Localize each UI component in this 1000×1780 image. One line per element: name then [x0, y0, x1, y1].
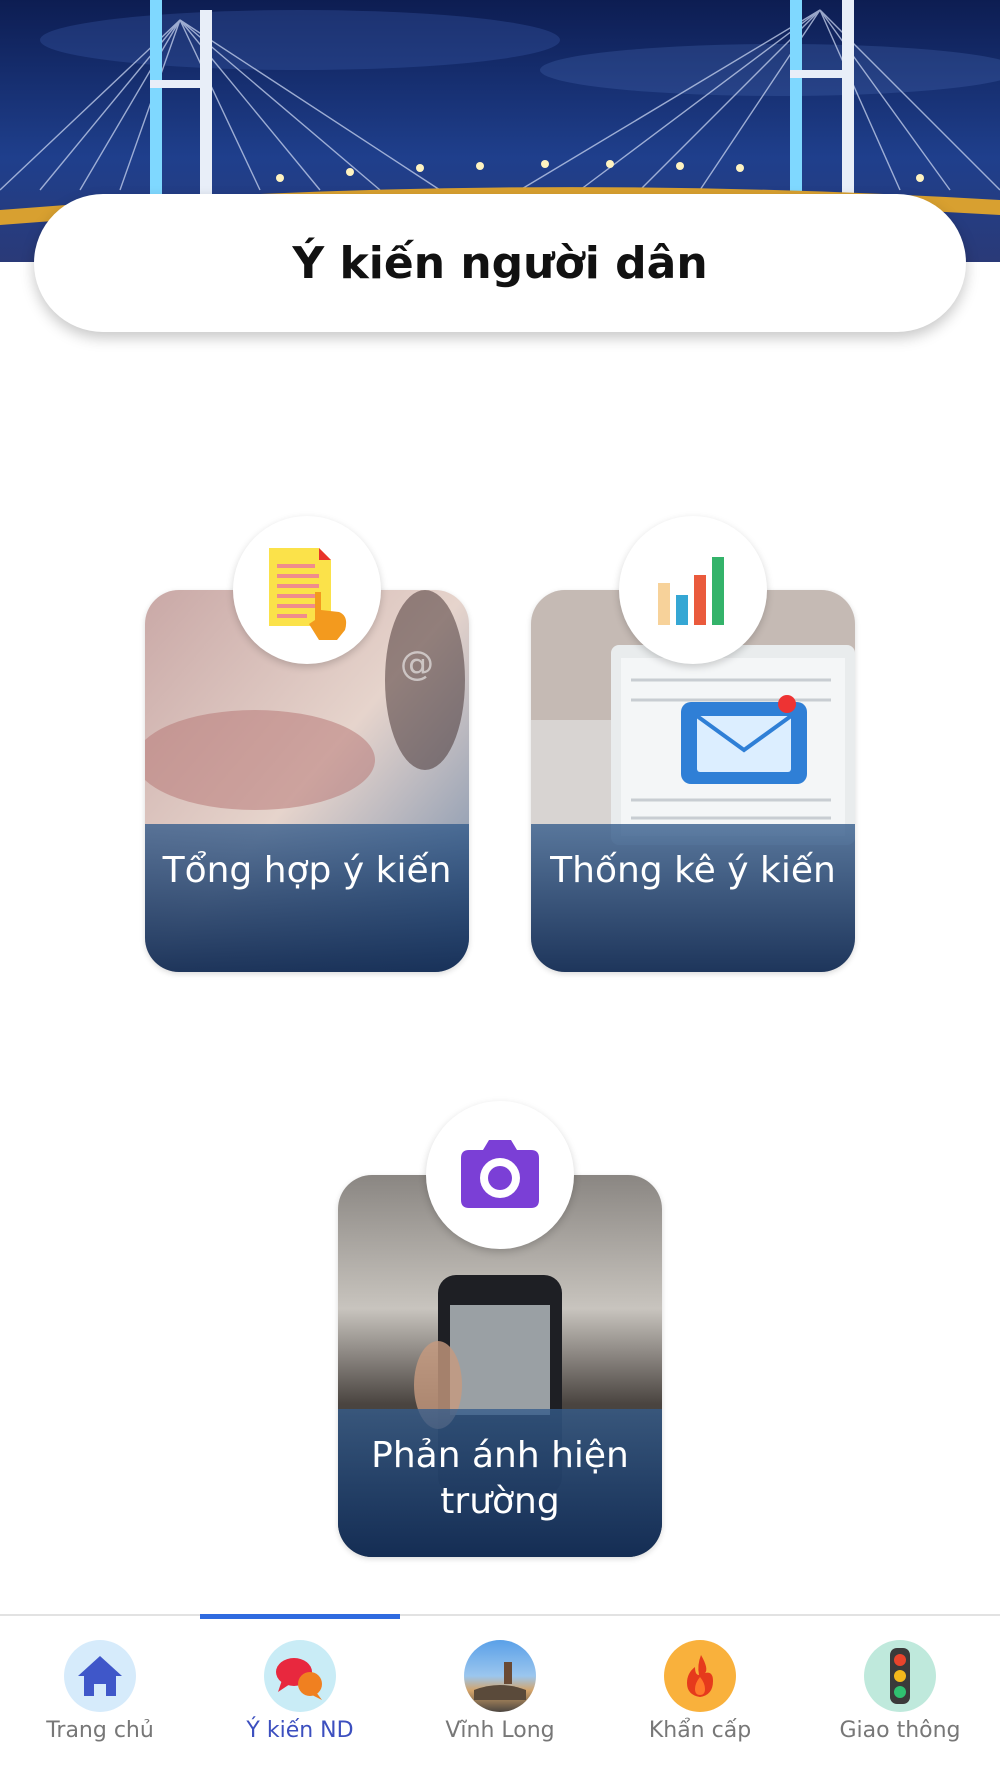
card-label: Thống kê ý kiến — [550, 850, 836, 891]
camera-icon — [426, 1101, 574, 1249]
card-label-band: Thống kê ý kiến — [531, 824, 855, 972]
fire-icon — [664, 1640, 736, 1712]
nav-label: Khẩn cấp — [648, 1718, 752, 1743]
nav-label: Trang chủ — [46, 1718, 154, 1743]
nav-item-khan-cap[interactable]: Khẩn cấp — [600, 1640, 800, 1760]
traffic-light-icon — [864, 1640, 936, 1712]
nav-item-vinh-long[interactable]: Vĩnh Long — [400, 1640, 600, 1760]
bar-chart-icon — [619, 516, 767, 664]
card-label-band: Tổng hợp ý kiến — [145, 824, 469, 972]
page-title: Ý kiến người dân — [292, 237, 708, 289]
svg-text:@: @ — [400, 644, 434, 684]
chat-bubbles-icon — [264, 1640, 336, 1712]
card-label-band: Phản ánh hiện trường — [338, 1409, 662, 1557]
nav-item-y-kien-nd[interactable]: Ý kiến ND — [200, 1640, 400, 1760]
home-icon — [64, 1640, 136, 1712]
card-label: Phản ánh hiện trường — [371, 1435, 629, 1522]
nav-label: Vĩnh Long — [445, 1718, 555, 1743]
active-tab-indicator — [200, 1614, 400, 1619]
document-hand-icon — [233, 516, 381, 664]
nav-item-giao-thong[interactable]: Giao thông — [800, 1640, 1000, 1760]
nav-label: Giao thông — [839, 1718, 961, 1743]
card-label: Tổng hợp ý kiến — [162, 850, 452, 891]
landscape-photo-icon — [464, 1640, 536, 1712]
nav-item-trang-chu[interactable]: Trang chủ — [0, 1640, 200, 1760]
nav-label: Ý kiến ND — [246, 1718, 354, 1743]
page-title-card: Ý kiến người dân — [34, 194, 966, 332]
